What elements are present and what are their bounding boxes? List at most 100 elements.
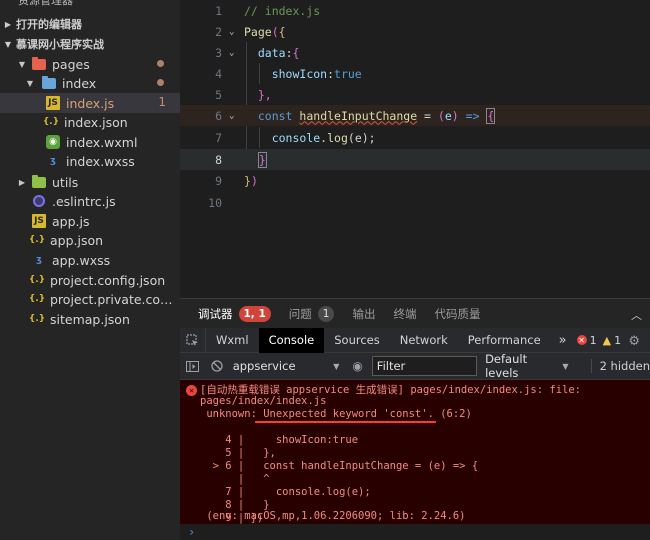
code-line[interactable]: 5 }, [180, 84, 650, 105]
console-line: 4 | showIcon:true [200, 434, 359, 446]
section-project[interactable]: ▼ 慕课网小程序实战 [0, 34, 180, 54]
json-file-icon: {.} [28, 275, 46, 285]
explorer-sidebar: 资源管理器 ▶ 打开的编辑器 ▼ 慕课网小程序实战 ▼ pages ▼ inde… [0, 0, 180, 540]
line-number: 2 [215, 24, 222, 39]
tab-terminal[interactable]: 终端 [393, 306, 416, 322]
devtools-tab-console[interactable]: Console [258, 327, 325, 353]
code-line[interactable]: 9 }) [180, 170, 650, 191]
tree-item-pages[interactable]: ▼ pages [0, 54, 180, 74]
wxss-file-icon: ʒ [36, 255, 42, 265]
devtools-tab-network[interactable]: Network [390, 328, 458, 353]
filter-input[interactable]: Filter [371, 356, 478, 376]
tree-item-utils[interactable]: ▶ utils [0, 172, 180, 192]
context-select[interactable]: appservice ▼ [233, 359, 346, 373]
code-token: ( [271, 24, 279, 39]
tree-item-index-wxss[interactable]: ʒ index.wxss [0, 151, 180, 171]
warning-count: 1 [614, 333, 622, 347]
console-line: | ^ [200, 473, 270, 485]
console-line: 5 | }, [200, 447, 276, 459]
tree-item-index-wxml[interactable]: ◉ index.wxml [0, 132, 180, 152]
fold-chevron-icon[interactable]: ⌄ [229, 111, 234, 121]
tree-item-project-config[interactable]: {.} project.config.json [0, 270, 180, 290]
tree-item-project-private-config[interactable]: {.} project.private.config... [0, 289, 180, 309]
console-toolbar: appservice ▼ ◉ Filter Default levels ▼ 2… [180, 352, 650, 380]
problem-badge: 1 [317, 305, 335, 322]
code-token: true [334, 66, 362, 81]
console-prompt[interactable]: › [180, 524, 650, 540]
code-line-current[interactable]: 8 } [180, 149, 650, 170]
code-line[interactable]: 7 console.log(e); [180, 127, 650, 148]
line-number: 8 [215, 152, 222, 167]
tree-item-app-js[interactable]: JS app.js [0, 211, 180, 231]
code-token: }, [257, 87, 272, 102]
code-token: console [271, 130, 321, 145]
chevron-up-icon[interactable]: ︿ [631, 307, 642, 323]
fold-chevron-icon[interactable]: ⌄ [229, 27, 234, 37]
gear-icon[interactable]: ⚙ [628, 334, 640, 349]
tab-debugger[interactable]: 调试器 1, 1 [198, 305, 271, 322]
line-number: 3 [215, 45, 222, 60]
hidden-messages-count[interactable]: 2 hidden [590, 359, 650, 373]
wxss-file-icon: ʒ [50, 156, 56, 166]
tab-output[interactable]: 输出 [352, 306, 375, 322]
tree-item-label: project.private.config... [50, 291, 180, 307]
error-squiggle-token: handleInputChange [299, 108, 418, 123]
code-token: : [327, 66, 335, 81]
folder-green-icon [32, 174, 46, 189]
explorer-title: 资源管理器 [18, 0, 73, 7]
tab-label: 代码质量 [434, 306, 481, 321]
error-icon: ✕ [576, 335, 587, 345]
line-number: 5 [215, 87, 222, 102]
eye-icon[interactable]: ◉ [345, 359, 369, 373]
inspect-element-icon[interactable] [180, 327, 206, 353]
line-number: 7 [215, 130, 222, 145]
tree-item-index-folder[interactable]: ▼ index [0, 73, 180, 93]
tree-item-label: index.wxml [66, 134, 138, 150]
console-line: (env: macOS,mp,1.06.2206090; lib: 2.24.6… [200, 510, 466, 522]
tree-item-app-wxss[interactable]: ʒ app.wxss [0, 250, 180, 270]
clear-console-icon[interactable] [204, 353, 228, 380]
code-line-error[interactable]: 6 ⌄ const handleInputChange = (e) => { [180, 105, 650, 126]
tree-item-sitemap[interactable]: {.} sitemap.json [0, 309, 180, 329]
json-file-icon: {.} [28, 235, 46, 245]
issue-counter[interactable]: ✕ 1 ▲ 1 [575, 334, 621, 347]
devtools-tab-sources[interactable]: Sources [324, 328, 390, 353]
problem-count-badge: 1 [158, 95, 166, 109]
tree-item-app-json[interactable]: {.} app.json [0, 230, 180, 250]
code-token: : [285, 45, 293, 60]
code-token: data [257, 45, 286, 60]
toggle-sidebar-icon[interactable] [180, 353, 204, 380]
section-label: 慕课网小程序实战 [16, 38, 104, 51]
chevron-down-icon: ▼ [18, 59, 26, 69]
tree-item-label: app.js [52, 213, 90, 229]
error-count: 1 [589, 333, 597, 347]
tree-item-label: app.wxss [52, 252, 111, 268]
code-line[interactable]: 2 ⌄ Page({ [180, 21, 650, 42]
code-line[interactable]: 10 [180, 192, 650, 213]
code-editor[interactable]: 1 // index.js 2 ⌄ Page({ 3 ⌄ data:{ 4 sh… [180, 0, 650, 298]
code-line[interactable]: 4 showIcon:true [180, 63, 650, 84]
code-token: ( [437, 108, 445, 123]
tree-item-index-js[interactable]: JS index.js 1 [0, 93, 180, 113]
js-file-icon: JS [46, 96, 60, 110]
code-line[interactable]: 3 ⌄ data:{ [180, 42, 650, 63]
error-badge: 1, 1 [238, 305, 271, 322]
eslint-file-icon [32, 194, 46, 208]
context-value: appservice [232, 359, 296, 373]
tab-code-quality[interactable]: 代码质量 [434, 306, 480, 322]
code-line[interactable]: 1 // index.js [180, 0, 650, 21]
tab-label: 输出 [352, 306, 376, 321]
section-open-editors[interactable]: ▶ 打开的编辑器 [0, 14, 180, 34]
log-levels-select[interactable]: Default levels ▼ [485, 352, 569, 380]
tree-item-label: app.json [50, 232, 104, 248]
devtools-tab-performance[interactable]: Performance [458, 328, 551, 353]
fold-chevron-icon[interactable]: ⌄ [229, 48, 234, 58]
tab-label: 调试器 [198, 306, 233, 321]
tree-item-index-json[interactable]: {.} index.json [0, 112, 180, 132]
tab-problems[interactable]: 问题 1 [289, 305, 335, 322]
more-tabs-icon[interactable]: » [551, 333, 575, 348]
prompt-chevron-icon: › [188, 525, 196, 539]
devtools-tab-wxml[interactable]: Wxml [206, 328, 259, 353]
tree-item-eslintrc[interactable]: .eslintrc.js [0, 191, 180, 211]
error-icon: ✕ [186, 385, 197, 396]
